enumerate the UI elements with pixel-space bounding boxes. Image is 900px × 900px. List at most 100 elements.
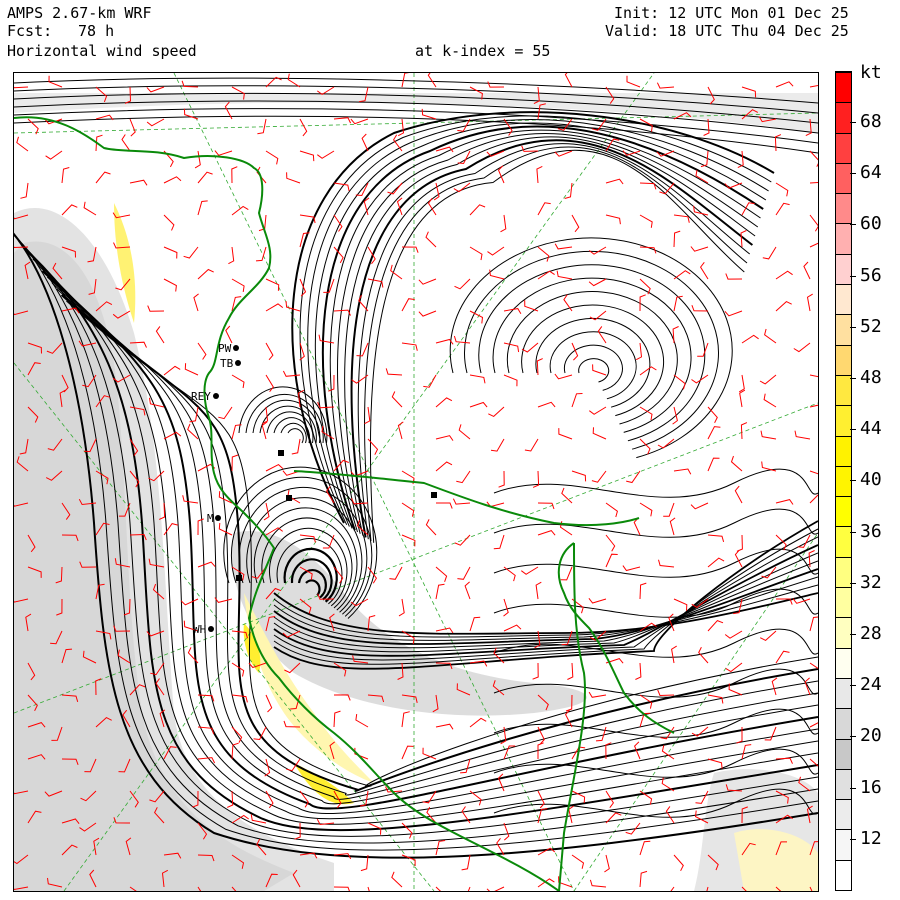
colorbar-tick-label: 40 <box>860 469 882 491</box>
wind-barb <box>425 519 437 536</box>
wind-barb <box>265 694 273 713</box>
wind-barb <box>707 557 725 568</box>
station-dot <box>213 393 219 399</box>
wind-barb <box>605 502 618 518</box>
wind-barb <box>775 182 789 197</box>
wind-barb <box>537 530 556 536</box>
wind-barb <box>257 118 267 135</box>
wind-barb <box>759 630 777 641</box>
wind-barb <box>633 517 641 536</box>
colorbar-tick-label: 64 <box>860 162 882 184</box>
colorbar-tick <box>850 634 856 635</box>
wind-barb <box>299 150 315 162</box>
wind-barb <box>588 278 607 287</box>
wind-barb <box>605 214 621 225</box>
wind-barb <box>27 118 39 135</box>
colorbar-segment <box>836 647 851 678</box>
station-label: M <box>207 512 214 525</box>
wind-barb <box>793 342 811 353</box>
colorbar-segment <box>836 496 851 527</box>
wind-barb <box>564 182 573 199</box>
wind-barb <box>398 598 405 617</box>
colorbar-segment <box>836 132 851 163</box>
streamline <box>357 143 751 540</box>
wind-barb <box>401 534 416 547</box>
wind-barb <box>487 81 505 88</box>
wind-barb <box>503 308 522 315</box>
wind-barb <box>639 278 651 295</box>
wind-barb <box>458 424 471 440</box>
wind-barb <box>656 82 675 89</box>
station-square <box>431 492 437 498</box>
wind-barb <box>698 646 709 664</box>
wind-barb <box>809 494 818 504</box>
wind-barb <box>635 342 643 361</box>
wind-barb <box>764 328 777 344</box>
station-dot <box>235 360 241 366</box>
colorbar-segment <box>836 677 851 709</box>
wind-barb <box>401 342 418 351</box>
colorbar-tick <box>850 582 856 584</box>
wind-barb <box>639 294 646 312</box>
wind-barb <box>231 454 239 472</box>
vertical-level: at k-index = 55 <box>415 42 551 60</box>
wind-barb <box>736 534 743 552</box>
wind-barb <box>537 401 556 408</box>
wind-barb <box>639 406 653 421</box>
forecast-hour: 78 h <box>78 22 115 40</box>
wind-barb <box>469 401 488 408</box>
wind-barb <box>661 745 675 760</box>
wind-barb <box>503 822 510 841</box>
wind-barb <box>537 742 544 759</box>
wind-barb <box>391 871 403 888</box>
wind-barb <box>435 461 453 472</box>
wind-barb <box>809 150 818 167</box>
wind-barb <box>291 438 301 455</box>
wind-barb <box>163 365 181 376</box>
wind-barb <box>707 534 725 543</box>
wind-barb <box>673 854 684 872</box>
wind-barb <box>490 438 505 452</box>
wind-barb <box>299 118 308 137</box>
wind-barb <box>639 870 648 888</box>
wind-barb <box>488 406 505 417</box>
wind-barb <box>809 214 818 232</box>
wind-barb <box>658 559 675 568</box>
colorbar-tick <box>850 685 856 687</box>
station-label: WH <box>193 623 206 636</box>
wind-barb <box>359 790 369 807</box>
wind-barb <box>669 517 676 536</box>
wind-barb <box>333 309 351 316</box>
wind-barb <box>592 427 607 440</box>
colorbar-segment <box>836 374 851 406</box>
wind-barb <box>129 118 136 137</box>
wind-barb <box>597 326 607 344</box>
station-square <box>236 575 242 581</box>
wind-barb <box>809 242 818 248</box>
station-dot <box>215 515 221 521</box>
wind-barb <box>639 214 653 228</box>
wind-barb <box>197 561 216 568</box>
wind-barb <box>469 717 487 728</box>
wind-barb <box>361 133 369 152</box>
wind-barb <box>486 886 505 891</box>
wind-barb <box>401 502 415 517</box>
colorbar-segment <box>836 162 851 194</box>
colorbar-tick-label: 16 <box>860 776 882 798</box>
colorbar-segment <box>836 344 851 375</box>
streamline <box>506 291 678 425</box>
wind-barb <box>95 171 111 184</box>
colorbar-tick <box>850 224 856 226</box>
wind-barb <box>333 886 350 891</box>
colorbar-tick <box>850 531 856 533</box>
wind-barb <box>286 172 301 184</box>
wind-barb <box>809 374 818 378</box>
colorbar-tick <box>850 480 856 482</box>
wind-barb <box>163 214 175 231</box>
streamline <box>344 136 756 536</box>
wind-barb <box>146 118 165 127</box>
colorbar-tick-label: 52 <box>860 315 882 337</box>
wind-barb <box>775 81 794 88</box>
wind-barb <box>401 822 413 839</box>
wind-barb <box>571 854 585 869</box>
